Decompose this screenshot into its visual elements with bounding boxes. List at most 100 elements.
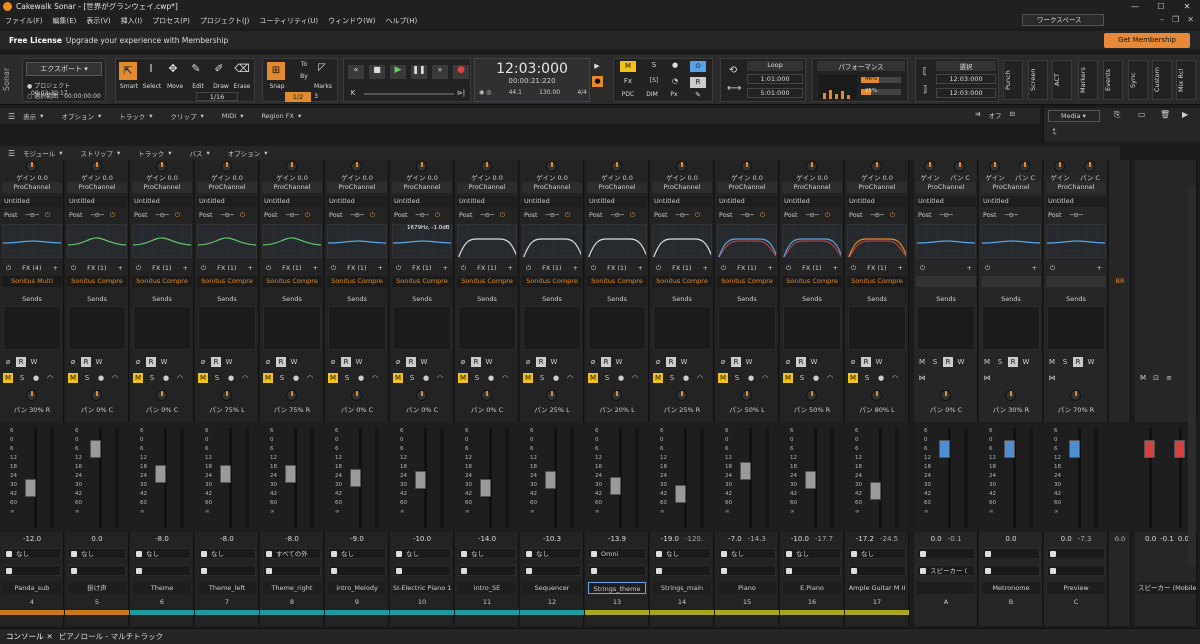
phase-icon[interactable]: ø — [718, 357, 728, 367]
mute-button[interactable]: M — [393, 373, 403, 383]
pan-knob[interactable] — [221, 390, 232, 401]
track-name[interactable]: SI-Electric Piano 1 — [393, 582, 451, 594]
chevron-down-icon[interactable]: ▾ — [240, 112, 243, 120]
fx-power-icon[interactable]: ⏻ — [461, 264, 466, 273]
fader-handle[interactable] — [220, 464, 231, 483]
input-echo-icon[interactable]: ◠ — [305, 373, 315, 383]
minimize-doc-icon[interactable]: – — [1160, 15, 1164, 24]
xoff-label[interactable]: オフ — [988, 110, 1001, 120]
menu-item[interactable]: プロセス(P) — [147, 16, 195, 26]
tempo-value[interactable]: 130.00 — [539, 89, 560, 96]
arm-icon[interactable]: ● — [356, 373, 366, 383]
preset-name[interactable]: Untitled — [916, 196, 976, 207]
gain-knob[interactable] — [741, 161, 752, 172]
track-menu-item[interactable]: MIDI — [222, 112, 236, 120]
arm-icon[interactable]: ● — [876, 373, 886, 383]
mute-button[interactable]: M — [458, 373, 468, 383]
arm-icon[interactable]: ● — [291, 373, 301, 383]
pan-knob[interactable] — [546, 390, 557, 401]
post-knob-icon[interactable]: ─⊖─ — [221, 211, 234, 219]
eq-graph[interactable] — [588, 225, 647, 258]
solo-button[interactable]: S — [82, 373, 92, 383]
sends-area[interactable] — [848, 306, 906, 350]
bus-gain-knob[interactable] — [924, 161, 935, 172]
fx-count[interactable]: FX (1) — [412, 264, 431, 272]
track-name[interactable]: Strings_main — [653, 582, 711, 594]
post-label[interactable]: Post — [589, 211, 603, 219]
mute-button[interactable]: M — [68, 373, 78, 383]
eq-module[interactable] — [197, 224, 257, 258]
snap-toggle-icon[interactable]: ⊞ — [267, 62, 285, 80]
preset-name[interactable]: Untitled — [847, 196, 907, 207]
fx-add-icon[interactable]: + — [967, 264, 972, 272]
preset-name[interactable]: Untitled — [717, 196, 777, 207]
post-knob-icon[interactable]: ─⊖─ — [351, 211, 364, 219]
fx-power-icon[interactable]: ⏻ — [331, 264, 336, 273]
power-icon[interactable]: ⏻ — [240, 211, 245, 219]
fader-handle[interactable] — [675, 485, 686, 504]
eq-graph[interactable] — [68, 225, 127, 258]
phase-icon[interactable]: ø — [263, 357, 273, 367]
selection-start[interactable]: 12:03:000 — [936, 74, 996, 84]
prochannel-button[interactable]: ProChannel — [587, 182, 647, 193]
solo-button[interactable]: S — [1060, 357, 1070, 367]
gain-knob[interactable] — [156, 161, 167, 172]
sends-area[interactable] — [198, 306, 256, 350]
pan-knob[interactable] — [416, 390, 427, 401]
eq-graph[interactable] — [263, 225, 322, 258]
sends-area[interactable] — [263, 306, 321, 350]
mute-button[interactable]: M — [917, 357, 927, 367]
output-select[interactable] — [68, 565, 126, 576]
read-automation-button[interactable]: R — [81, 356, 91, 367]
power-icon[interactable]: ⏻ — [695, 211, 700, 219]
gain-knob[interactable] — [611, 161, 622, 172]
fader-handle[interactable] — [480, 478, 491, 497]
loop-label[interactable]: Loop — [747, 61, 803, 71]
phase-icon[interactable]: ø — [133, 357, 143, 367]
post-knob-icon[interactable]: ─⊖─ — [741, 211, 754, 219]
prochannel-button[interactable]: ProChannel — [916, 182, 976, 193]
pan-knob[interactable] — [481, 390, 492, 401]
fx-power-icon[interactable]: ⏻ — [1050, 264, 1055, 273]
track-menu-item[interactable]: トラック — [119, 111, 145, 121]
output-select[interactable] — [718, 565, 776, 576]
gain-knob[interactable] — [481, 161, 492, 172]
write-automation-button[interactable]: W — [1086, 357, 1096, 367]
input-select[interactable]: すべての外 — [263, 548, 321, 559]
prochannel-button[interactable]: ProChannel — [522, 182, 582, 193]
pan-knob[interactable] — [1005, 390, 1016, 401]
fx-count[interactable]: FX (1) — [867, 264, 886, 272]
fx-count[interactable]: FX (1) — [542, 264, 561, 272]
media-up-icon[interactable]: ⮤ — [1052, 127, 1057, 137]
mute-button[interactable]: M — [653, 373, 663, 383]
eq-module[interactable] — [1046, 224, 1106, 258]
close-doc-icon[interactable]: ✕ — [1187, 15, 1194, 24]
bus-pan-knob[interactable] — [1019, 161, 1030, 172]
arm-all-icon[interactable]: ● — [670, 61, 680, 72]
fx-power-icon[interactable]: ⏻ — [71, 264, 76, 273]
power-icon[interactable]: ⏻ — [435, 211, 440, 219]
chevron-down-icon[interactable]: ▾ — [168, 149, 171, 157]
snap-by-label[interactable]: By — [297, 73, 311, 80]
fader-handle[interactable] — [155, 464, 166, 483]
preset-name[interactable]: Untitled — [132, 196, 192, 207]
link-icon[interactable]: ⋈ — [1047, 373, 1057, 383]
console-menu-item[interactable]: オプション — [228, 148, 261, 158]
input-echo-icon[interactable]: ⊙ — [690, 61, 706, 72]
output-select[interactable] — [198, 565, 256, 576]
post-knob-icon[interactable]: ─⊖─ — [416, 211, 429, 219]
link-icon[interactable]: ⋈ — [917, 373, 927, 383]
fx-add-icon[interactable]: + — [703, 264, 708, 272]
mute-button[interactable]: M — [588, 373, 598, 383]
chevron-down-icon[interactable]: ▾ — [40, 112, 43, 120]
phase-icon[interactable]: ø — [523, 357, 533, 367]
move-tool-icon[interactable]: ✥ — [164, 62, 182, 80]
solo-button[interactable]: S — [212, 373, 222, 383]
solo-button[interactable]: S — [667, 373, 677, 383]
output-select[interactable] — [1047, 565, 1105, 576]
input-echo-icon[interactable]: ◠ — [565, 373, 575, 383]
preset-name[interactable]: Untitled — [981, 196, 1041, 207]
console-menu-item[interactable]: ストリップ — [80, 148, 113, 158]
draw-resolution-select[interactable]: 1/16 — [196, 92, 238, 101]
preset-name[interactable]: Untitled — [1046, 196, 1106, 207]
